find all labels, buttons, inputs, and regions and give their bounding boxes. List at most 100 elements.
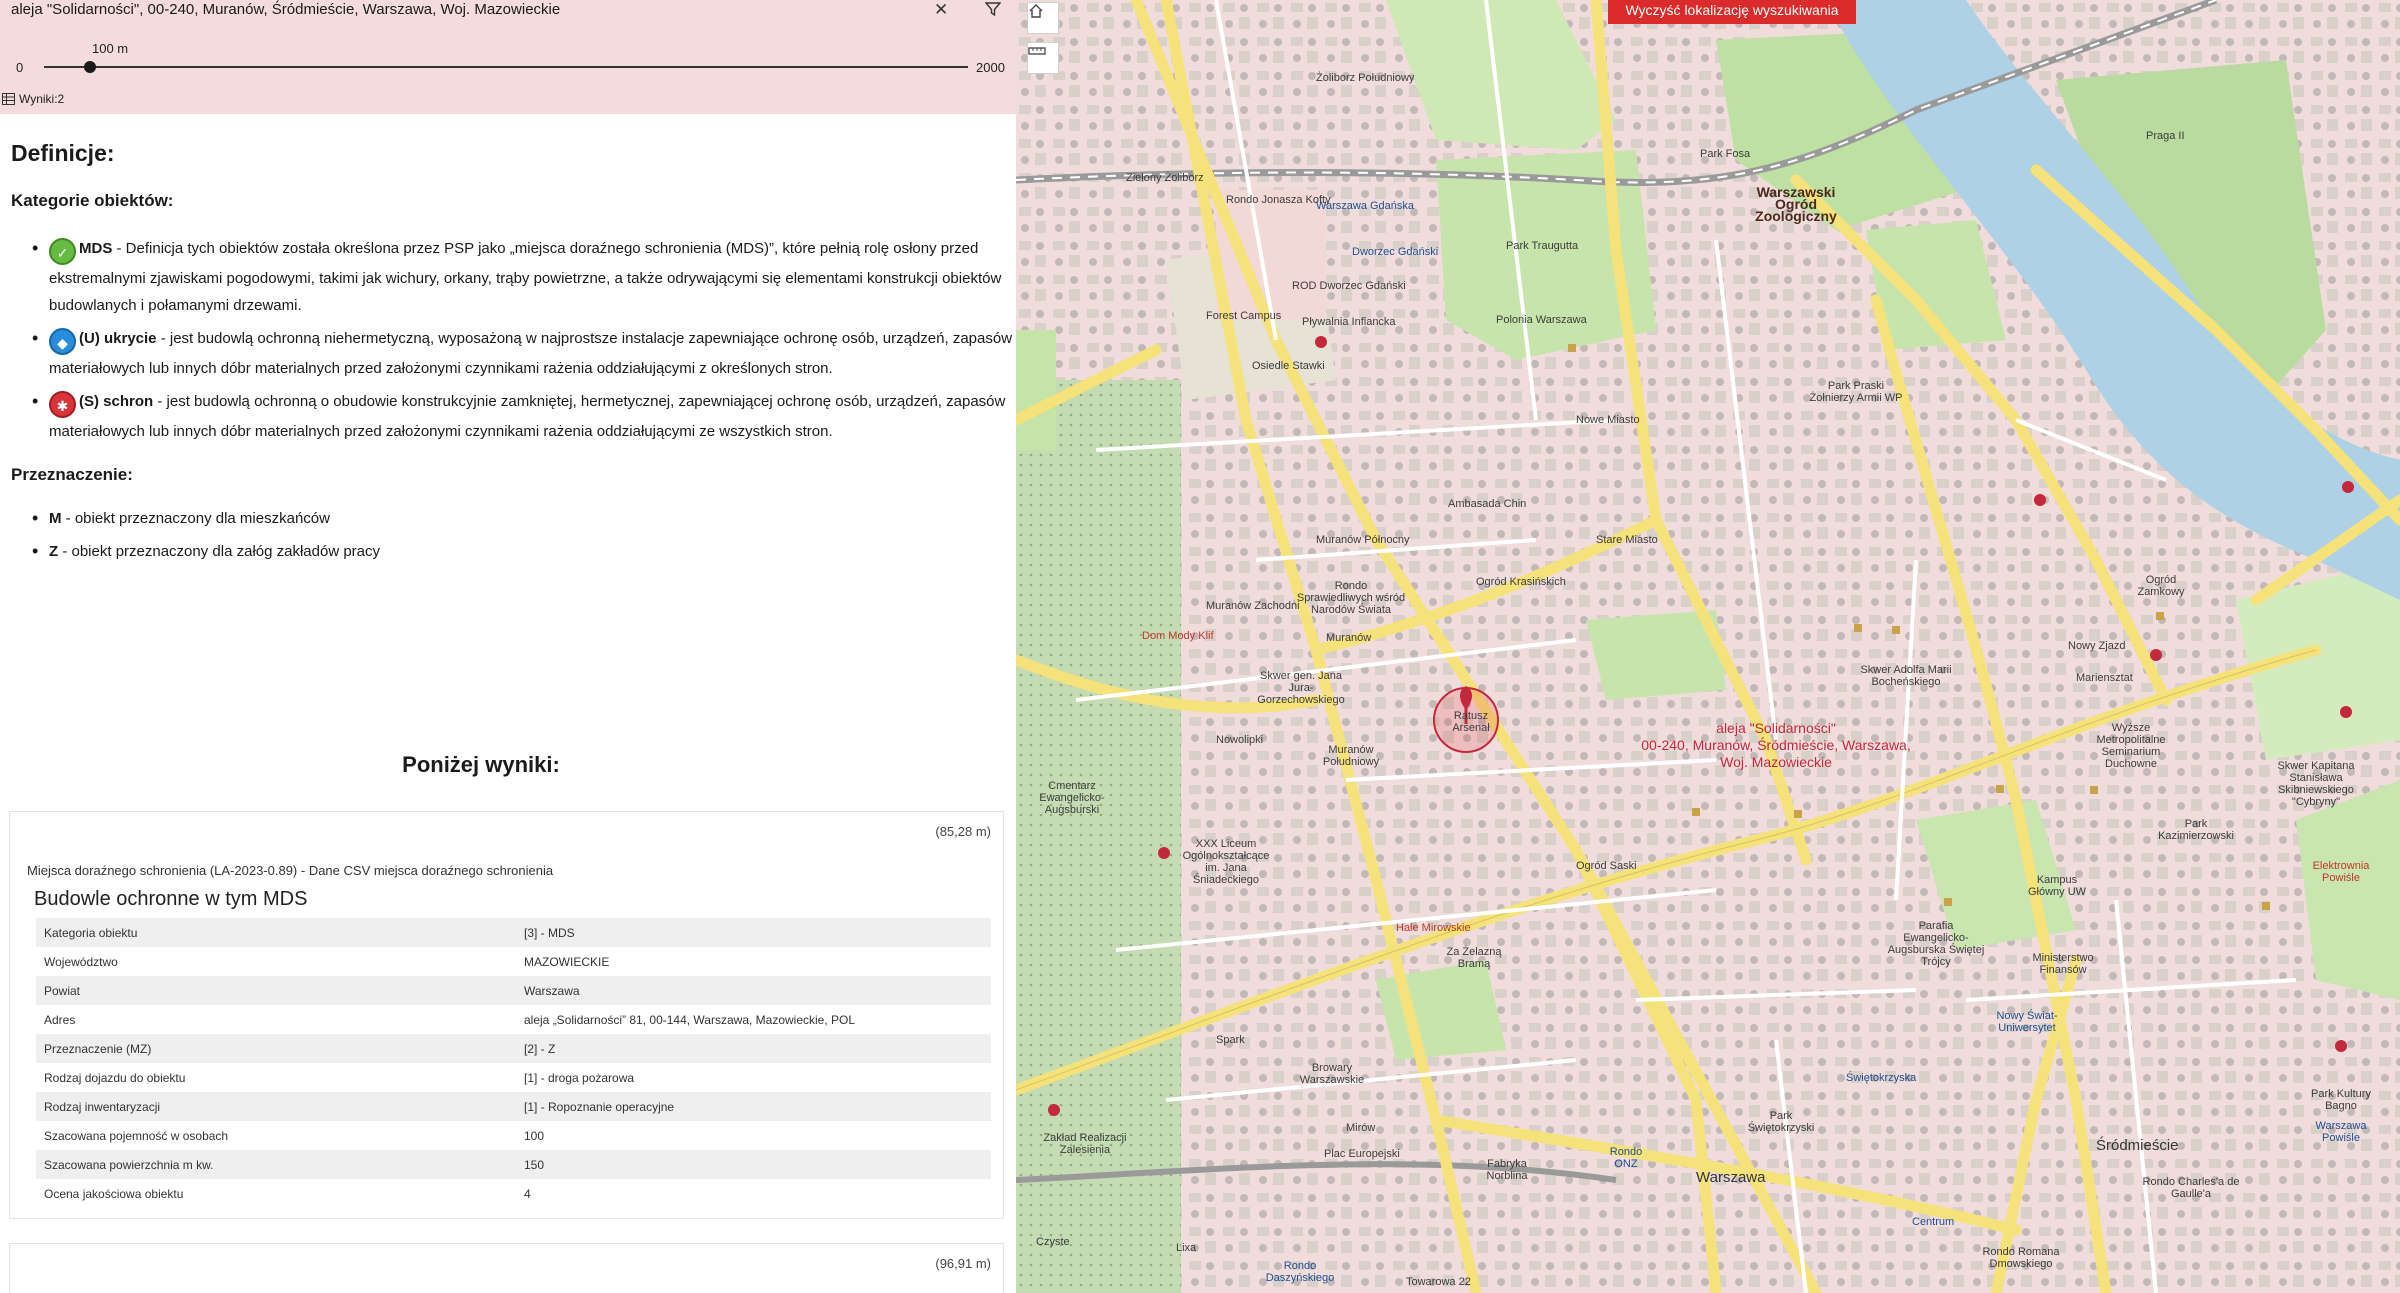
attr-key: Rodzaj dojazdu do obiektu: [44, 1070, 186, 1085]
attr-value: [3] - MDS: [524, 925, 575, 940]
attr-key: Kategoria obiektu: [44, 925, 138, 940]
definitions-section: Definicje: Kategorie obiektów: ✓MDS - De…: [11, 140, 1016, 885]
close-icon[interactable]: ✕: [934, 0, 948, 20]
map-label: Rondo Sprawiedliwych wśród Narodów Świat…: [1296, 580, 1406, 616]
map-label: Warszawa Gdańska: [1316, 200, 1415, 212]
map-canvas[interactable]: [1016, 0, 2400, 1293]
table-row: Rodzaj inwentaryzacji [1] - Ropoznanie op…: [36, 1092, 991, 1121]
map-label: Osiedle Stawki: [1252, 360, 1325, 372]
map-label: Spark: [1216, 1034, 1245, 1046]
shield-blue-icon: ◆: [49, 328, 76, 355]
map-label: Muranów: [1326, 632, 1372, 644]
result-address-line: aleja "Solidarności": [1716, 720, 1836, 736]
attr-key: Adres: [44, 1012, 76, 1027]
clear-search-location-button[interactable]: Wyczyść lokalizację wyszukiwania: [1608, 0, 1856, 24]
map-label: Fabryka Norblina: [1486, 1158, 1528, 1182]
map-label: Ministerstwo Finansów: [2032, 952, 2094, 976]
map-label: Forest Campus: [1206, 310, 1282, 322]
purpose-list: M - obiekt przeznaczony dla mieszkańców …: [11, 505, 1016, 565]
map-label: Lixa: [1176, 1242, 1197, 1254]
map-label: Rondo Jonasza Kofty: [1226, 194, 1331, 206]
map-label: Nowy Świat-Uniwersytet: [1996, 1010, 2058, 1034]
results-below-heading: Poniżej wyniki:: [402, 752, 560, 777]
map-label: Rondo Romana Dmowskiego: [1982, 1246, 2060, 1270]
map-label-hidden: [2156, 760, 2157, 761]
map-label: Kampus Główny UW: [2027, 874, 2087, 898]
map-label: Śródmieście: [2096, 1137, 2179, 1154]
slider-max-label: 2000: [976, 60, 1005, 75]
attr-key: Szacowana powierzchnia m kw.: [44, 1157, 214, 1172]
result-card[interactable]: (96,91 m): [9, 1243, 1004, 1293]
map-label-hidden: [1546, 566, 1547, 567]
results-count[interactable]: Wyniki:2: [2, 92, 64, 106]
map-label: Park Świętokrzyski: [1747, 1110, 1815, 1134]
attr-value: Warszawa: [524, 983, 580, 998]
purpose-item-m: M - obiekt przeznaczony dla mieszkańców: [11, 505, 1016, 532]
attr-key: Przeznaczenie (MZ): [44, 1041, 152, 1056]
map-label: Park Traugutta: [1506, 240, 1579, 252]
search-result-label: aleja "Solidarności" 00-240, Muranów, Śr…: [1626, 720, 1926, 771]
shield-green-icon: ✓: [49, 238, 76, 265]
result-address-line: 00-240, Muranów, Śródmieście, Warszawa,: [1641, 737, 1911, 753]
map-label: Zakład Realizacji Zalesienia: [1043, 1132, 1127, 1156]
search-bar: aleja "Solidarności", 00-240, Muranów, Ś…: [0, 0, 1016, 114]
map-label: Park Fosa: [1700, 148, 1751, 160]
attr-value: aleja „Solidarności” 81, 00-144, Warszaw…: [524, 1012, 856, 1027]
category-item-schron: ✱(S) schron - jest budowlą ochronną o ob…: [11, 388, 1016, 445]
categories-title: Kategorie obiektów:: [11, 191, 174, 210]
map-label: Nowe Miasto: [1576, 414, 1640, 426]
purpose-term: M: [49, 510, 62, 527]
table-icon: [2, 93, 15, 105]
attr-value: 100: [524, 1128, 545, 1143]
map-label: Warszawa: [1696, 1169, 1766, 1186]
category-item-mds: ✓MDS - Definicja tych obiektów została o…: [11, 235, 1016, 319]
purpose-title: Przeznaczenie:: [11, 465, 133, 484]
map-label: Warszawski Ogród Zoologiczny: [1755, 184, 1837, 224]
distance-slider-track[interactable]: [44, 66, 968, 68]
home-icon[interactable]: [1027, 2, 1059, 34]
attr-key: Powiat: [44, 983, 81, 998]
map-label: Skwer Kapitana Stanisława Skibniewskiego…: [2277, 760, 2355, 808]
category-item-ukrycie: ◆(U) ukrycie - jest budowlą ochronną nie…: [11, 325, 1016, 382]
slider-value-label: 100 m: [92, 41, 129, 56]
filter-icon[interactable]: [984, 1, 1002, 22]
map-label: Parafia Ewangelicko-Augsburska Świętej T…: [1887, 920, 1985, 968]
map-label: Dom Mody Klif: [1142, 630, 1214, 642]
map-label: Plac Europejski: [1324, 1148, 1400, 1160]
measure-icon[interactable]: [1027, 42, 1059, 74]
map-label: Cmentarz Ewangelicko-Augsburski: [1039, 780, 1105, 816]
attribute-table: Kategoria obiektu [3] - MDS Województwo MA…: [36, 918, 991, 1208]
map-label: Ogród Krasińskich: [1476, 576, 1566, 588]
distance-slider-thumb[interactable]: [84, 61, 97, 73]
map-label: Ogród Zamkowy: [2137, 574, 2185, 598]
map-label: Rondo ONZ: [1609, 1146, 1643, 1170]
map-label: Hale Mirowskie: [1396, 922, 1471, 934]
table-row: Kategoria obiektu [3] - MDS: [36, 918, 991, 947]
map-label: Świętokrzyska: [1846, 1072, 1917, 1084]
map-label: Rondo Charles'a de Gaulle'a: [2142, 1176, 2240, 1200]
result-distance: (96,91 m): [935, 1256, 991, 1271]
map-label: Stare Miasto: [1596, 534, 1658, 546]
search-input[interactable]: aleja "Solidarności", 00-240, Muranów, Ś…: [11, 1, 560, 18]
map-label: Żoliborz Południowy: [1316, 72, 1415, 84]
map-label: Zielony Żoliborz: [1126, 172, 1204, 184]
map-label: Za Żelazną Bramą: [1446, 946, 1502, 970]
map-label: Nowolipki: [1216, 734, 1264, 746]
result-card[interactable]: (85,28 m) Miejsca doraźnego schronienia …: [9, 811, 1004, 1219]
table-row: Województwo MAZOWIECKIE: [36, 947, 991, 976]
purpose-desc: - obiekt przeznaczony dla załóg zakładów…: [58, 543, 381, 560]
map-label: Park Praski Żołnierzy Armii WP: [1809, 380, 1903, 404]
map-view[interactable]: Żoliborz Południowy Zielony Żoliborz Ron…: [1016, 0, 2400, 1293]
table-row: Adres aleja „Solidarności” 81, 00-144, Wa…: [36, 1005, 991, 1034]
table-row: Ocena jakościowa obiektu 4: [36, 1179, 991, 1208]
shelter-red-icon: ✱: [49, 391, 76, 418]
result-address-line: Woj. Mazowieckie: [1720, 754, 1832, 770]
map-label: Park Kultury Bagno: [2311, 1088, 2371, 1112]
category-desc: - jest budowlą ochronną o obudowie konst…: [49, 393, 1006, 440]
map-label: Pływalnia Inflancka: [1302, 316, 1396, 328]
map-label: Mariensztat: [2076, 672, 2133, 684]
map-label: Park Kazimierzowski: [2158, 818, 2234, 842]
attr-key: Województwo: [44, 954, 118, 969]
purpose-item-z: Z - obiekt przeznaczony dla załóg zakład…: [11, 538, 1016, 565]
categories-list: ✓MDS - Definicja tych obiektów została o…: [11, 235, 1016, 445]
